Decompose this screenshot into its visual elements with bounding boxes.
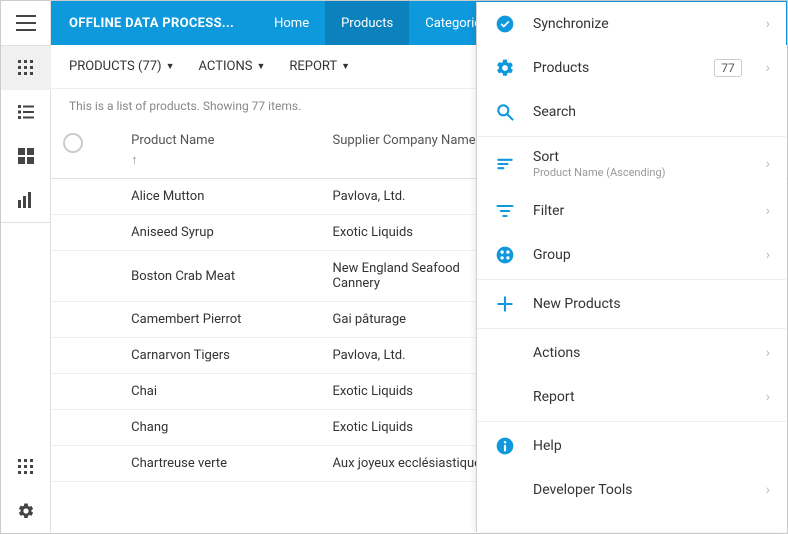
group-icon	[495, 245, 515, 265]
menu-label: Filter	[533, 203, 748, 219]
left-rail	[1, 1, 51, 533]
toolbar-actions[interactable]: ACTIONS ▼	[199, 59, 266, 74]
cell-name: Aniseed Syrup	[119, 215, 320, 251]
context-menu-panel: Synchronize › Products 77 › Search SortProduct…	[476, 2, 786, 532]
view-chart-icon[interactable]	[1, 178, 51, 222]
search-icon	[495, 102, 515, 122]
settings-icon[interactable]	[1, 489, 51, 533]
nav-item-home[interactable]: Home	[258, 1, 325, 45]
menu-item-synchronize[interactable]: Synchronize ›	[477, 2, 786, 46]
cell-name: Alice Mutton	[119, 179, 320, 215]
toolbar-report[interactable]: REPORT ▼	[289, 59, 350, 74]
menu-badge: 77	[714, 59, 742, 77]
chevron-right-icon: ›	[766, 203, 770, 219]
caret-down-icon: ▼	[166, 61, 175, 72]
menu-item-actions[interactable]: Actions ›	[477, 331, 786, 375]
cell-name: Chartreuse verte	[119, 446, 320, 482]
filter-icon	[495, 201, 515, 221]
menu-label: Group	[533, 247, 748, 263]
chevron-right-icon: ›	[766, 156, 770, 172]
menu-item-new-products[interactable]: New Products	[477, 282, 786, 326]
menu-label: New Products	[533, 296, 770, 312]
app-title: OFFLINE DATA PROCESS...	[69, 16, 234, 31]
view-grid-large-icon[interactable]	[1, 134, 51, 178]
blank-icon	[495, 480, 515, 500]
menu-item-search[interactable]: Search	[477, 90, 786, 134]
gear-icon	[495, 58, 515, 78]
blank-icon	[495, 387, 515, 407]
menu-label: Help	[533, 438, 770, 454]
menu-label: SortProduct Name (Ascending)	[533, 149, 748, 179]
menu-item-developer-tools[interactable]: Developer Tools ›	[477, 468, 786, 512]
plus-icon	[495, 294, 515, 314]
cell-name: Carnarvon Tigers	[119, 338, 320, 374]
menu-label: Search	[533, 104, 770, 120]
toolbar-products[interactable]: PRODUCTS (77) ▼	[69, 59, 175, 74]
cell-name: Chang	[119, 410, 320, 446]
menu-separator	[477, 279, 786, 280]
menu-separator	[477, 421, 786, 422]
column-product-name[interactable]: Product Name↑	[119, 123, 320, 179]
menu-icon[interactable]	[1, 1, 51, 45]
view-list-icon[interactable]	[1, 90, 51, 134]
view-grid-small-icon[interactable]	[1, 46, 51, 90]
cell-name: Camembert Pierrot	[119, 302, 320, 338]
info-icon	[495, 436, 515, 456]
menu-separator	[477, 136, 786, 137]
menu-item-help[interactable]: Help	[477, 424, 786, 468]
menu-item-filter[interactable]: Filter ›	[477, 189, 786, 233]
chevron-right-icon: ›	[766, 389, 770, 405]
cloud-check-icon	[495, 14, 515, 34]
column-select[interactable]	[51, 123, 119, 179]
chevron-right-icon: ›	[766, 16, 770, 32]
apps-icon[interactable]	[1, 445, 51, 489]
menu-label: Developer Tools	[533, 482, 748, 498]
menu-label: Synchronize	[533, 16, 748, 32]
menu-item-report[interactable]: Report ›	[477, 375, 786, 419]
chevron-right-icon: ›	[766, 482, 770, 498]
menu-label: Report	[533, 389, 748, 405]
menu-item-products[interactable]: Products 77 ›	[477, 46, 786, 90]
menu-item-group[interactable]: Group ›	[477, 233, 786, 277]
cell-name: Chai	[119, 374, 320, 410]
chevron-right-icon: ›	[766, 247, 770, 263]
caret-down-icon: ▼	[341, 61, 350, 72]
blank-icon	[495, 343, 515, 363]
menu-item-sort[interactable]: SortProduct Name (Ascending) ›	[477, 139, 786, 189]
chevron-right-icon: ›	[766, 60, 770, 76]
menu-separator	[477, 328, 786, 329]
menu-label: Actions	[533, 345, 748, 361]
menu-label: Products	[533, 60, 696, 76]
sort-icon	[495, 154, 515, 174]
sort-asc-icon: ↑	[131, 152, 308, 168]
cell-name: Boston Crab Meat	[119, 251, 320, 302]
chevron-right-icon: ›	[766, 345, 770, 361]
nav-item-products[interactable]: Products	[325, 1, 409, 45]
caret-down-icon: ▼	[256, 61, 265, 72]
